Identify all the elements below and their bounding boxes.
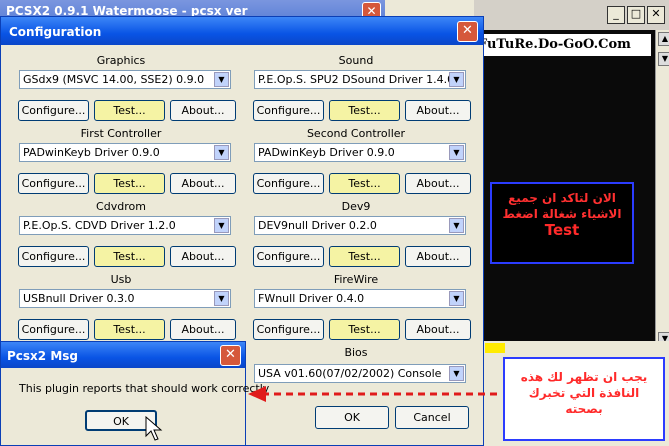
horizontal-scrollbar[interactable]	[477, 341, 669, 355]
second-controller-value: PADwinKeyb Driver 0.9.0	[258, 146, 395, 159]
cdvdrom-combo[interactable]: P.E.Op.S. CDVD Driver 1.2.0 ▼	[19, 216, 231, 235]
second-controller-about-button[interactable]: About...	[405, 173, 471, 194]
render-window-titlebar: _ □ ✕	[477, 0, 669, 30]
dev9-value: DEV9null Driver 0.2.0	[258, 219, 377, 232]
message-close-button[interactable]: ✕	[220, 345, 241, 366]
mouse-cursor-icon	[145, 416, 163, 441]
graphics-value: GSdx9 (MSVC 14.00, SSE2) 0.9.0	[23, 73, 205, 86]
configuration-titlebar: Configuration ✕	[1, 17, 483, 45]
firewire-test-button[interactable]: Test...	[329, 319, 400, 340]
firewire-value: FWnull Driver 0.4.0	[258, 292, 365, 305]
chevron-down-icon[interactable]: ▼	[449, 366, 464, 381]
scroll-thumb[interactable]	[485, 343, 505, 353]
configuration-title: Configuration	[9, 25, 102, 39]
message-text: This plugin reports that should work cor…	[19, 382, 270, 395]
bios-label: Bios	[344, 346, 368, 359]
first-controller-about-button[interactable]: About...	[170, 173, 236, 194]
cdvdrom-value: P.E.Op.S. CDVD Driver 1.2.0	[23, 219, 176, 232]
cdvdrom-test-button[interactable]: Test...	[94, 246, 165, 267]
chevron-down-icon[interactable]: ▼	[214, 218, 229, 233]
cancel-button[interactable]: Cancel	[395, 406, 469, 429]
sound-test-button[interactable]: Test...	[329, 100, 400, 121]
usb-test-button[interactable]: Test...	[94, 319, 165, 340]
annotation-test-note: الان لتاكد ان جميع الاشياء شغالة اضغط Te…	[490, 182, 634, 264]
chevron-down-icon[interactable]: ▼	[214, 145, 229, 160]
graphics-combo[interactable]: GSdx9 (MSVC 14.00, SSE2) 0.9.0 ▼	[19, 70, 231, 89]
vertical-scrollbar[interactable]: ▲ ▼ ▼	[655, 30, 669, 348]
sound-about-button[interactable]: About...	[405, 100, 471, 121]
dev9-test-button[interactable]: Test...	[329, 246, 400, 267]
note-line-2: الاشياء شغالة اضغط	[502, 207, 622, 221]
firewire-combo[interactable]: FWnull Driver 0.4.0 ▼	[254, 289, 466, 308]
chevron-down-icon[interactable]: ▼	[449, 291, 464, 306]
plugin-message-dialog: Pcsx2 Msg ✕ This plugin reports that sho…	[0, 341, 269, 446]
firewire-label: FireWire	[333, 273, 379, 286]
usb-combo[interactable]: USBnull Driver 0.3.0 ▼	[19, 289, 231, 308]
sound-combo[interactable]: P.E.Op.S. SPU2 DSound Driver 1.4.0 ▼	[254, 70, 466, 89]
cdvdrom-about-button[interactable]: About...	[170, 246, 236, 267]
graphics-configure-button[interactable]: Configure...	[18, 100, 89, 121]
chevron-down-icon[interactable]: ▼	[449, 218, 464, 233]
dev9-combo[interactable]: DEV9null Driver 0.2.0 ▼	[254, 216, 466, 235]
ok-button[interactable]: OK	[315, 406, 389, 429]
sound-value: P.E.Op.S. SPU2 DSound Driver 1.4.0	[258, 73, 455, 86]
close-button[interactable]: ✕	[647, 6, 665, 24]
configuration-close-button[interactable]: ✕	[457, 21, 478, 42]
graphics-about-button[interactable]: About...	[170, 100, 236, 121]
second-controller-label: Second Controller	[306, 127, 406, 140]
chevron-down-icon[interactable]: ▼	[214, 291, 229, 306]
pointer-arrow-icon	[248, 386, 498, 402]
graphics-label: Graphics	[96, 54, 146, 67]
sound-configure-button[interactable]: Configure...	[253, 100, 324, 121]
usb-configure-button[interactable]: Configure...	[18, 319, 89, 340]
chevron-down-icon[interactable]: ▼	[449, 72, 464, 87]
first-controller-configure-button[interactable]: Configure...	[18, 173, 89, 194]
usb-about-button[interactable]: About...	[170, 319, 236, 340]
dev9-about-button[interactable]: About...	[405, 246, 471, 267]
second-controller-test-button[interactable]: Test...	[329, 173, 400, 194]
dev9-configure-button[interactable]: Configure...	[253, 246, 324, 267]
note-bottom-line-2: النافذة التي تخبرك	[528, 386, 640, 400]
message-title: Pcsx2 Msg	[7, 349, 78, 363]
note-line-1: الان لتاكد ان جميع	[508, 191, 616, 205]
note-bottom-line-3: بصحته	[565, 402, 603, 416]
bios-value: USA v01.60(07/02/2002) Console	[258, 367, 442, 380]
first-controller-combo[interactable]: PADwinKeyb Driver 0.9.0 ▼	[19, 143, 231, 162]
cdvdrom-label: Cdvdrom	[96, 200, 146, 213]
maximize-button[interactable]: □	[627, 6, 645, 24]
message-titlebar: Pcsx2 Msg ✕	[1, 342, 245, 368]
sound-label: Sound	[338, 54, 374, 67]
annotation-message-note: يجب ان تظهر لك هذه النافذة التي تخبرك بص…	[503, 357, 665, 441]
graphics-test-button[interactable]: Test...	[94, 100, 165, 121]
note-bottom-line-1: يجب ان تظهر لك هذه	[520, 370, 648, 384]
usb-value: USBnull Driver 0.3.0	[23, 292, 135, 305]
firewire-about-button[interactable]: About...	[405, 319, 471, 340]
chevron-down-icon[interactable]: ▼	[214, 72, 229, 87]
second-controller-combo[interactable]: PADwinKeyb Driver 0.9.0 ▼	[254, 143, 466, 162]
firewire-configure-button[interactable]: Configure...	[253, 319, 324, 340]
cdvdrom-configure-button[interactable]: Configure...	[18, 246, 89, 267]
scroll-up-icon[interactable]: ▲	[658, 32, 669, 46]
usb-label: Usb	[110, 273, 132, 286]
first-controller-label: First Controller	[80, 127, 162, 140]
second-controller-configure-button[interactable]: Configure...	[253, 173, 324, 194]
first-controller-test-button[interactable]: Test...	[94, 173, 165, 194]
minimize-button[interactable]: _	[607, 6, 625, 24]
bios-combo[interactable]: USA v01.60(07/02/2002) Console ▼	[254, 364, 466, 383]
scroll-down-small-icon[interactable]: ▼	[658, 52, 669, 66]
dev9-label: Dev9	[341, 200, 371, 213]
chevron-down-icon[interactable]: ▼	[449, 145, 464, 160]
note-line-3: Test	[544, 221, 580, 239]
first-controller-value: PADwinKeyb Driver 0.9.0	[23, 146, 160, 159]
